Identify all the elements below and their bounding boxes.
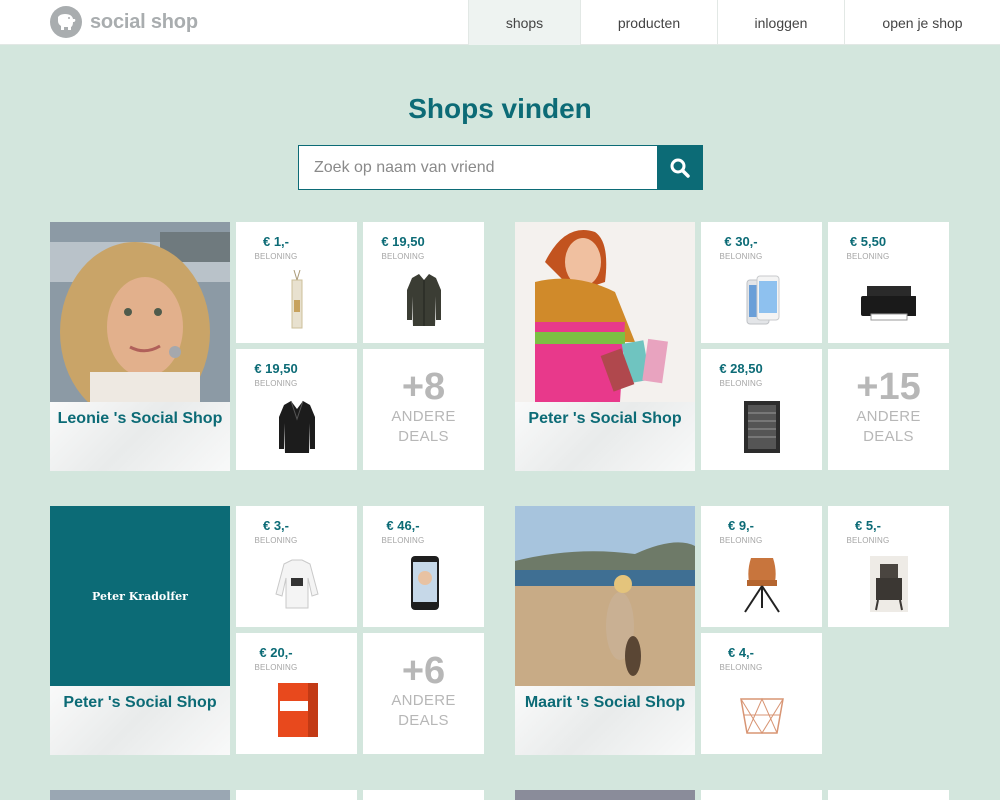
deal-price: € 4,- <box>727 645 754 660</box>
more-deals-label: DEALS <box>863 428 914 445</box>
software-box-icon <box>278 683 318 737</box>
shop-name: Leonie 's Social Shop <box>57 410 223 427</box>
shop-profile[interactable]: Peter Kradolfer Peter 's Social Shop <box>50 506 230 755</box>
shop-profile[interactable]: Maarit 's Social Shop <box>515 506 695 755</box>
shop-card: Peter 's Social Shop € 30,- BELONING € 5… <box>515 222 949 471</box>
more-deals-label: DEALS <box>398 428 449 445</box>
top-navigation-bar: social shop shops producten inloggen ope… <box>0 0 1000 45</box>
deal-price: € 19,50 <box>381 234 425 249</box>
deal-tile[interactable]: € 28,50 BELONING <box>701 349 822 470</box>
deal-tile[interactable]: € 5,50 BELONING <box>828 222 949 343</box>
chair-icon <box>744 558 780 613</box>
deal-label: BELONING <box>254 379 298 388</box>
nav-open-je-shop[interactable]: open je shop <box>844 0 1000 45</box>
deal-tile[interactable]: € 1,- BELONING <box>236 222 357 343</box>
more-deals-count: +6 <box>401 650 446 692</box>
leather-jacket-icon <box>407 274 441 326</box>
shop-card-partial <box>50 790 484 800</box>
shop-name: Maarit 's Social Shop <box>524 694 686 711</box>
page-title: Shops vinden <box>408 93 592 124</box>
profile-photo <box>50 790 230 800</box>
deal-label: BELONING <box>381 536 425 545</box>
search-bar <box>298 145 703 190</box>
wire-basket-icon <box>740 697 784 734</box>
avatar-name: Peter Kradolfer <box>92 589 188 603</box>
shop-card: Leonie 's Social Shop € 1,- BELONING € 1… <box>50 222 484 471</box>
profile-photo <box>50 222 230 402</box>
search-input[interactable] <box>298 145 657 190</box>
main-nav: shops producten inloggen open je shop <box>468 0 1000 45</box>
shop-profile[interactable]: Peter 's Social Shop <box>515 222 695 471</box>
deal-tile[interactable]: € 30,- BELONING <box>701 222 822 343</box>
nav-inloggen[interactable]: inloggen <box>717 0 844 45</box>
nav-shops[interactable]: shops <box>468 0 580 45</box>
more-deals-label: ANDERE <box>391 692 456 709</box>
deal-tile[interactable]: € 9,- BELONING <box>701 506 822 627</box>
reed-diffuser-icon <box>291 270 303 329</box>
deal-tile[interactable]: € 5,- BELONING <box>828 506 949 627</box>
deal-price: € 3,- <box>262 518 289 533</box>
shop-name: Peter 's Social Shop <box>528 410 682 427</box>
nav-producten[interactable]: producten <box>580 0 717 45</box>
deal-label: BELONING <box>254 663 298 672</box>
printer-icon <box>861 286 916 321</box>
more-deals-tile[interactable]: +15 ANDERE DEALS <box>828 349 949 470</box>
more-deals-count: +8 <box>401 366 446 408</box>
more-deals-tile[interactable]: +6 ANDERE DEALS <box>363 633 484 754</box>
deal-label: BELONING <box>846 252 890 261</box>
shop-card-partial <box>515 790 949 800</box>
deal-label: BELONING <box>381 252 425 261</box>
biker-jacket-icon <box>279 400 315 453</box>
deal-tile[interactable]: € 20,- BELONING <box>236 633 357 754</box>
deal-price: € 28,50 <box>719 361 763 376</box>
deal-label: BELONING <box>254 252 298 261</box>
deal-tile[interactable]: € 4,- BELONING <box>701 633 822 754</box>
sweater-icon <box>275 559 319 609</box>
search-icon <box>670 158 690 178</box>
deal-price: € 9,- <box>727 518 754 533</box>
brand-name: social shop <box>90 10 198 33</box>
deal-tile[interactable] <box>236 790 357 800</box>
profile-photo <box>515 506 695 686</box>
search-button[interactable] <box>657 145 703 190</box>
deal-tile[interactable]: € 46,- BELONING <box>363 506 484 627</box>
deal-label: BELONING <box>846 536 890 545</box>
deal-tile[interactable]: € 3,- BELONING <box>236 506 357 627</box>
more-deals-label: DEALS <box>398 712 449 729</box>
deal-price: € 30,- <box>724 234 758 249</box>
deal-price: € 46,- <box>386 518 420 533</box>
more-deals-label: ANDERE <box>856 408 921 425</box>
deal-tile[interactable] <box>828 790 949 800</box>
shop-profile[interactable]: Leonie 's Social Shop <box>50 222 230 471</box>
deal-label: BELONING <box>719 252 763 261</box>
deal-tile[interactable]: € 19,50 BELONING <box>363 222 484 343</box>
profile-photo <box>515 222 695 402</box>
shop-card: Peter Kradolfer Peter 's Social Shop € 3… <box>50 506 484 755</box>
deal-price: € 5,- <box>854 518 881 533</box>
deal-tile[interactable] <box>363 790 484 800</box>
more-deals-tile[interactable]: +8 ANDERE DEALS <box>363 349 484 470</box>
deal-label: BELONING <box>719 379 763 388</box>
deal-label: BELONING <box>719 663 763 672</box>
profile-photo <box>515 790 695 800</box>
shop-card: Maarit 's Social Shop € 9,- BELONING € 5… <box>515 506 949 755</box>
deal-label: BELONING <box>254 536 298 545</box>
profile-placeholder: Peter Kradolfer <box>50 506 230 686</box>
deal-tile[interactable] <box>701 790 822 800</box>
deal-price: € 1,- <box>262 234 289 249</box>
stove-icon <box>870 556 908 612</box>
brand-logo[interactable]: social shop <box>50 6 198 38</box>
shop-name: Peter 's Social Shop <box>63 694 217 711</box>
deal-label: BELONING <box>719 536 763 545</box>
phone-icon <box>411 556 439 610</box>
more-deals-count: +15 <box>856 366 921 408</box>
deal-price: € 20,- <box>259 645 293 660</box>
deal-price: € 5,50 <box>849 234 887 249</box>
deal-tile[interactable]: € 19,50 BELONING <box>236 349 357 470</box>
wine-cooler-icon <box>744 401 780 453</box>
deal-price: € 19,50 <box>254 361 298 376</box>
smartphone-icon <box>746 275 780 325</box>
elephant-logo-icon <box>50 6 82 38</box>
more-deals-label: ANDERE <box>391 408 456 425</box>
